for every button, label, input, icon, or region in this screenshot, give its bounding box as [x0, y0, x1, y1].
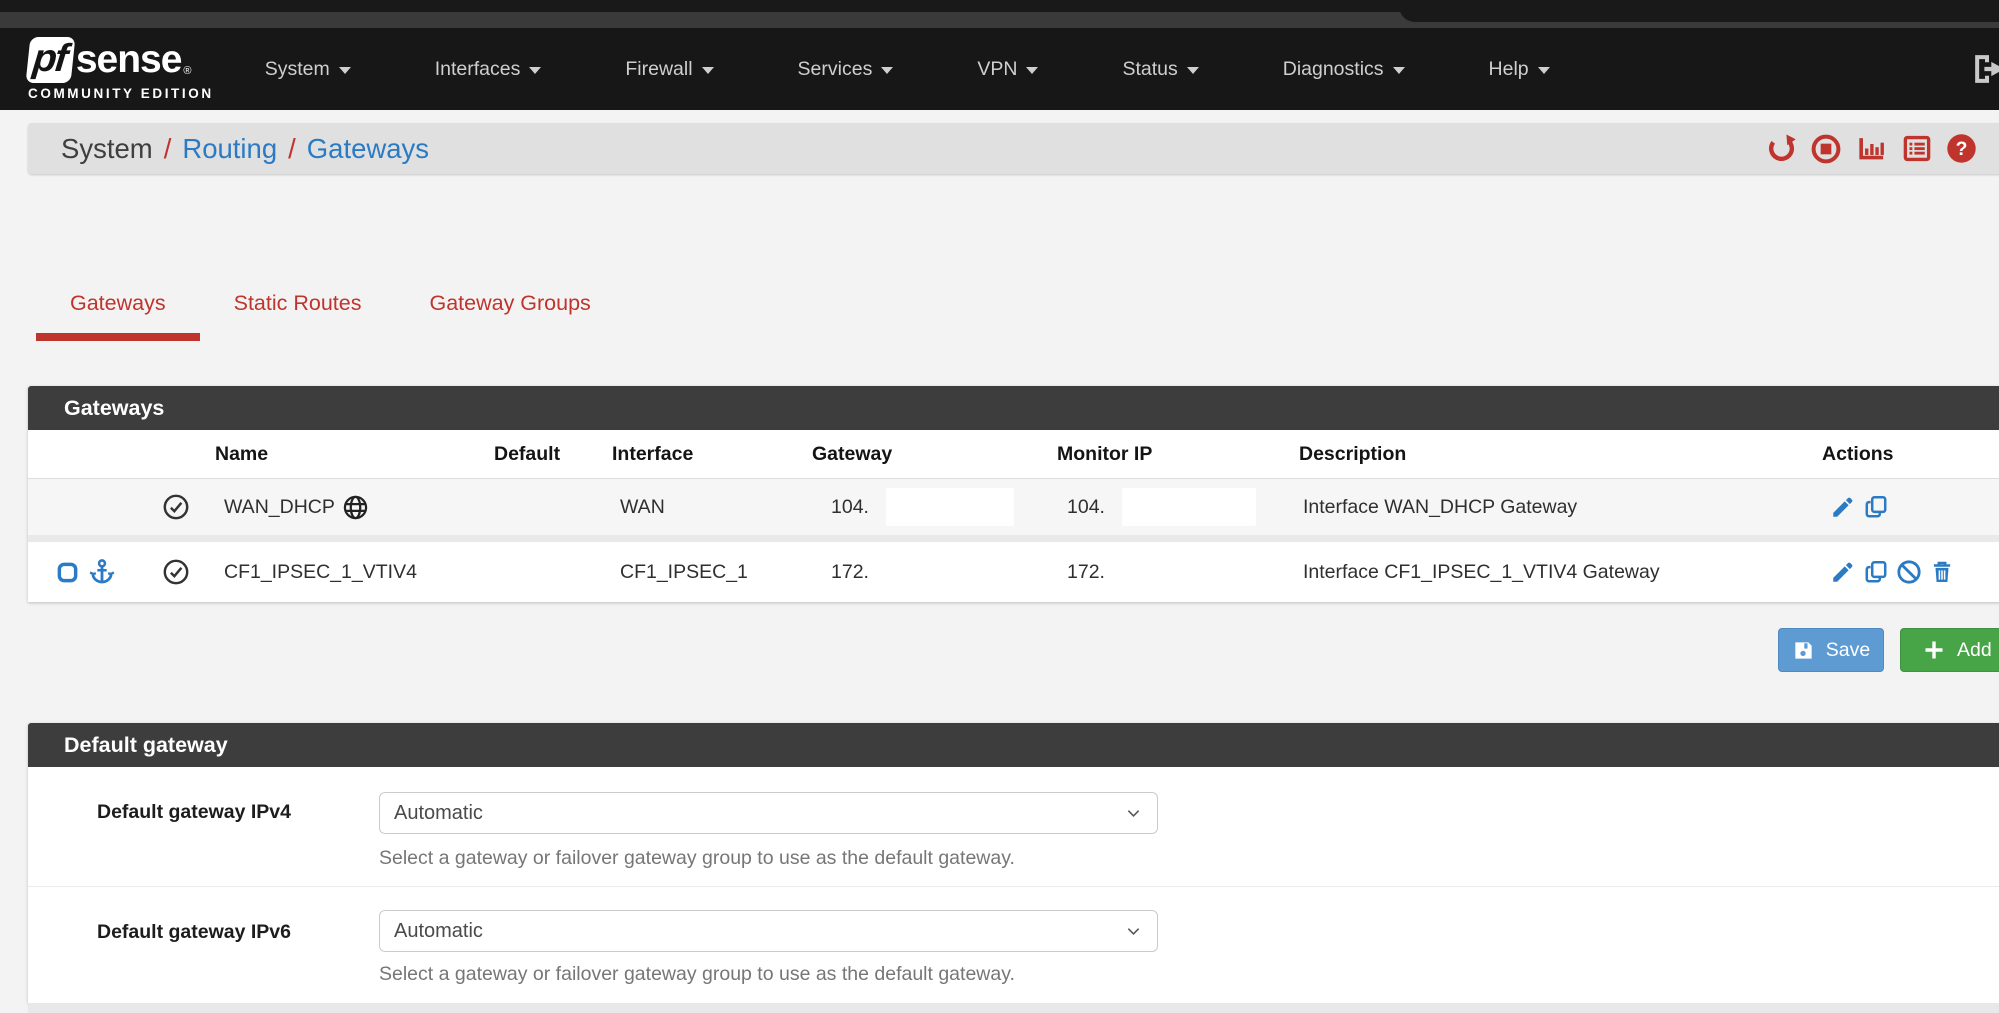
default-gateway-ipv4-select[interactable]: Automatic [379, 792, 1158, 834]
delete-icon[interactable] [1929, 559, 1955, 585]
row-separator [28, 535, 1999, 542]
table-row-wan-dhcp: WAN_DHCP WAN 104. 104. Interface WAN_DHC… [28, 479, 1999, 535]
nav-item-firewall[interactable]: Firewall [625, 58, 713, 81]
copy-icon[interactable] [1863, 559, 1889, 585]
breadcrumb-actions: ? [1766, 123, 1977, 174]
edit-icon[interactable] [1830, 494, 1856, 520]
gateways-table-header: Name Default Interface Gateway Monitor I… [28, 430, 1999, 479]
nav-item-diagnostics[interactable]: Diagnostics [1283, 58, 1405, 81]
column-interface: Interface [606, 443, 806, 466]
caret-down-icon [339, 67, 351, 74]
nav-item-vpn[interactable]: VPN [977, 58, 1038, 81]
caret-down-icon [881, 67, 893, 74]
pfsense-logo-pf: pf [26, 37, 76, 83]
default-gateway-ipv6-help: Select a gateway or failover gateway gro… [379, 963, 1015, 986]
description-cell: Interface CF1_IPSEC_1_VTIV4 Gateway [1293, 561, 1816, 584]
button-row: Save Add [28, 628, 1999, 672]
square-indicator-icon [56, 561, 79, 584]
breadcrumb-link-routing[interactable]: Routing [182, 133, 277, 165]
check-circle-icon [162, 493, 190, 521]
interface-cell: CF1_IPSEC_1 [606, 561, 806, 584]
edit-icon[interactable] [1830, 559, 1856, 585]
default-gateway-panel-title: Default gateway [28, 723, 1999, 767]
nav-item-system[interactable]: System [265, 58, 351, 81]
save-icon [1792, 639, 1815, 662]
help-icon[interactable]: ? [1946, 133, 1977, 164]
gateway-name: CF1_IPSEC_1_VTIV4 [224, 561, 417, 584]
page-content: System / Routing / Gateways [0, 123, 1999, 1013]
pfsense-logo[interactable]: pf sense ® COMMUNITY EDITION [28, 37, 214, 101]
gateway-name: WAN_DHCP [224, 496, 335, 519]
column-description: Description [1293, 443, 1816, 466]
anchor-icon [88, 558, 116, 586]
monitor-ip-cell: 172. [1051, 542, 1293, 602]
nav-item-services[interactable]: Services [798, 58, 894, 81]
breadcrumb-link-gateways[interactable]: Gateways [307, 133, 429, 165]
column-monitor-ip: Monitor IP [1051, 443, 1293, 466]
form-row-ipv4: Default gateway IPv4 Automatic Select a … [28, 767, 1999, 887]
refresh-icon[interactable] [1766, 133, 1797, 164]
default-gateway-panel: Default gateway Default gateway IPv4 Aut… [28, 723, 1999, 1003]
navbar: pf sense ® COMMUNITY EDITION System Inte… [0, 28, 1999, 110]
description-cell: Interface WAN_DHCP Gateway [1293, 496, 1816, 519]
gateways-panel-title: Gateways [28, 386, 1999, 430]
stop-icon[interactable] [1810, 133, 1842, 165]
nav-item-status[interactable]: Status [1122, 58, 1198, 81]
plus-icon [1922, 638, 1946, 662]
breadcrumb-separator: / [153, 133, 183, 165]
window-chrome-strip-2 [0, 12, 1999, 28]
tab-gateway-groups[interactable]: Gateway Groups [395, 291, 624, 341]
page-bottom [28, 1003, 1999, 1013]
window-corner [1399, 0, 1999, 22]
default-gateway-ipv6-select[interactable]: Automatic [379, 910, 1158, 952]
form-row-ipv6: Default gateway IPv6 Automatic Select a … [28, 887, 1999, 1003]
caret-down-icon [1393, 67, 1405, 74]
copy-icon[interactable] [1863, 494, 1889, 520]
gateways-panel: Gateways Name Default Interface Gateway … [28, 386, 1999, 602]
table-row-cf1-ipsec: CF1_IPSEC_1_VTIV4 CF1_IPSEC_1 172. 172. … [28, 542, 1999, 602]
redaction-box [1122, 488, 1256, 526]
default-gateway-form: Default gateway IPv4 Automatic Select a … [28, 767, 1999, 1003]
monitor-ip-cell: 104. [1051, 479, 1293, 535]
actions-cell [1816, 559, 1999, 585]
breadcrumb: System / Routing / Gateways [28, 123, 1999, 174]
registered-mark: ® [183, 65, 191, 77]
caret-down-icon [529, 67, 541, 74]
log-icon[interactable] [1901, 133, 1933, 164]
column-actions: Actions [1816, 443, 1999, 466]
tab-static-routes[interactable]: Static Routes [200, 291, 396, 341]
nav-menu: System Interfaces Firewall Services VPN … [265, 58, 1634, 81]
gateway-cell: 104. [806, 479, 1051, 535]
community-edition-label: COMMUNITY EDITION [28, 86, 214, 101]
nav-item-interfaces[interactable]: Interfaces [435, 58, 542, 81]
column-gateway: Gateway [806, 443, 1051, 466]
tab-gateways[interactable]: Gateways [36, 291, 200, 341]
default-gateway-ipv4-help: Select a gateway or failover gateway gro… [379, 847, 1015, 870]
svg-text:?: ? [1956, 138, 1968, 160]
caret-down-icon [1187, 67, 1199, 74]
save-button[interactable]: Save [1778, 628, 1884, 672]
sign-out-icon[interactable] [1969, 52, 1999, 86]
default-gateway-ipv4-label: Default gateway IPv4 [97, 801, 291, 824]
disable-icon[interactable] [1896, 559, 1922, 585]
breadcrumb-separator: / [277, 133, 307, 165]
redaction-box [886, 488, 1014, 526]
breadcrumb-section: System [61, 133, 153, 165]
caret-down-icon [1538, 67, 1550, 74]
add-button[interactable]: Add [1900, 628, 1999, 672]
check-circle-icon [162, 558, 190, 586]
chart-icon[interactable] [1855, 133, 1888, 164]
gateway-cell: 172. [806, 542, 1051, 602]
actions-cell [1816, 494, 1999, 520]
nav-item-help[interactable]: Help [1489, 58, 1550, 81]
tab-bar: Gateways Static Routes Gateway Groups [36, 291, 1999, 341]
globe-icon [342, 494, 369, 521]
caret-down-icon [702, 67, 714, 74]
caret-down-icon [1026, 67, 1038, 74]
interface-cell: WAN [606, 496, 806, 519]
column-default: Default [488, 443, 606, 466]
default-gateway-ipv6-label: Default gateway IPv6 [97, 921, 291, 944]
pfsense-logo-sense: sense [76, 38, 182, 82]
column-name: Name [215, 443, 488, 466]
